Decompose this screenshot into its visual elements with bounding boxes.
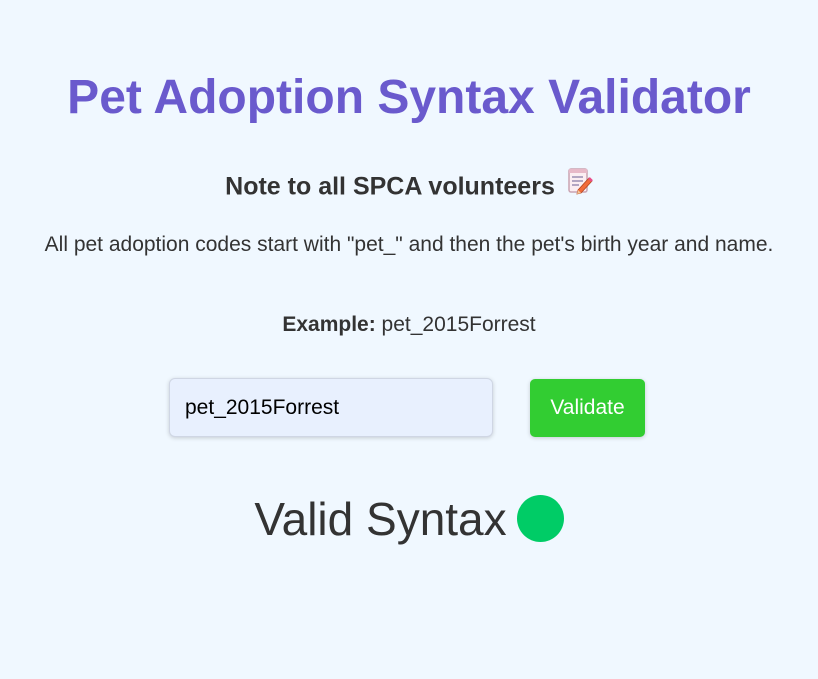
page-title: Pet Adoption Syntax Validator — [67, 71, 751, 124]
format-description: All pet adoption codes start with "pet_"… — [44, 233, 774, 256]
result-text: Valid Syntax — [254, 493, 507, 545]
note-heading: Note to all SPCA volunteers — [225, 172, 555, 201]
example-label: Example: — [282, 313, 376, 336]
validate-button[interactable]: Validate — [530, 379, 645, 437]
example-value: pet_2015Forrest — [381, 313, 536, 336]
validation-result: Valid Syntax — [0, 490, 818, 548]
volunteer-note: Note to all SPCA volunteers — [0, 167, 818, 206]
example-line: Example: pet_2015Forrest — [0, 311, 818, 339]
adoption-code-input[interactable] — [169, 378, 493, 437]
memo-icon — [567, 167, 593, 203]
status-indicator-icon — [516, 495, 564, 543]
